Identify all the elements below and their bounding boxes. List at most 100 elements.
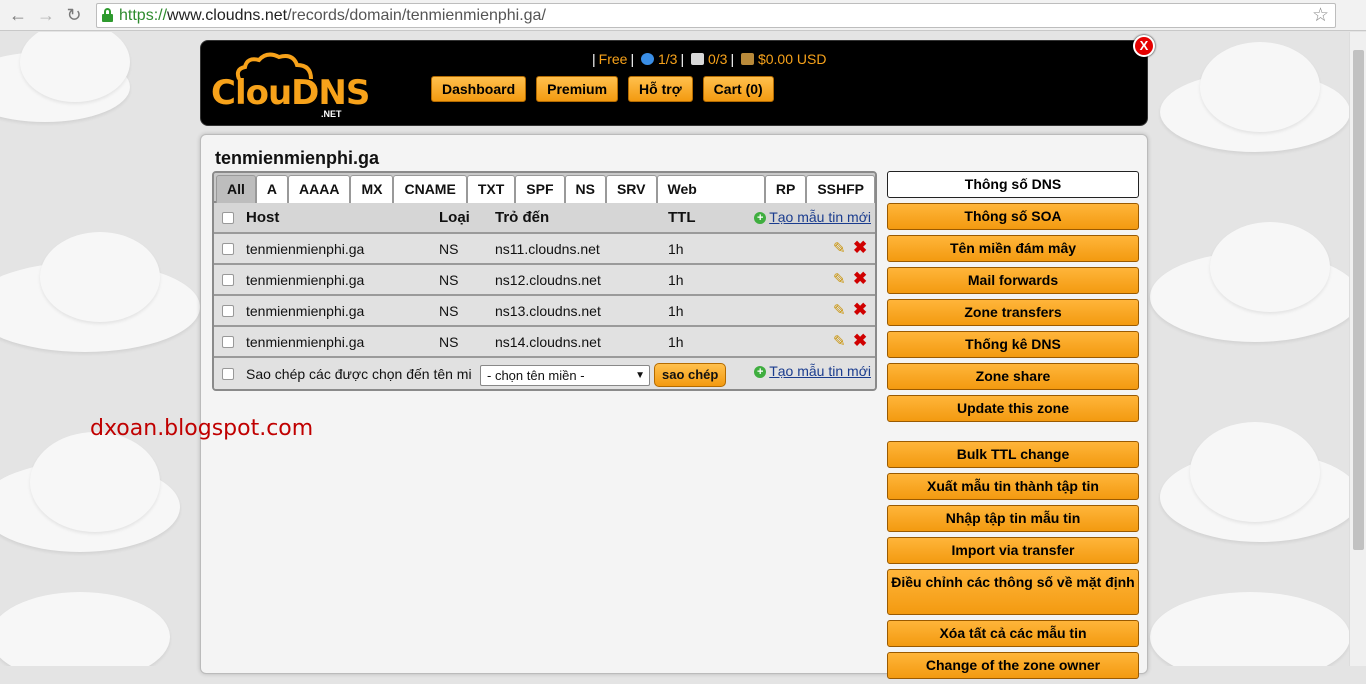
record-ttl: 1h [668,334,684,350]
cart-button[interactable]: Cart (0) [702,76,774,102]
table-row: tenmienmienphi.ga NS ns14.cloudns.net 1h… [214,327,875,358]
delete-icon[interactable]: ✖ [853,239,869,256]
tab-all[interactable]: All [216,175,256,203]
page-title: tenmienmienphi.ga [215,148,380,168]
tab-web-redirect[interactable]: Web Redirect [656,175,765,223]
record-host: tenmienmienphi.ga [246,334,365,350]
add-icon: + [754,212,767,224]
record-type: NS [439,334,459,350]
delete-icon[interactable]: ✖ [853,301,869,318]
record-type: NS [439,241,459,257]
scrollbar-thumb[interactable] [1353,50,1364,550]
reload-icon[interactable]: ↻ [62,3,86,27]
zone-share-button[interactable]: Zone share [887,363,1139,390]
bookmark-star-icon[interactable]: ☆ [1312,4,1329,27]
record-points-to: ns11.cloudns.net [495,241,600,257]
bulk-ttl-button[interactable]: Bulk TTL change [887,441,1139,468]
url-host: www.cloudns.net [167,7,288,24]
add-record-link-bottom[interactable]: + Tạo mẫu tin mới [754,358,871,385]
pencil-icon[interactable]: ✎ [833,334,849,350]
close-icon[interactable]: X [1133,35,1155,57]
add-icon: + [754,366,767,378]
tab-sshfp[interactable]: SSHFP [806,175,875,203]
add-record-link[interactable]: + Tạo mẫu tin mới [754,203,871,231]
record-points-to: ns13.cloudns.net [495,303,601,319]
dns-stats-button[interactable]: Thống kê DNS [887,331,1139,358]
header-ttl: TTL [668,209,696,226]
record-type: NS [439,272,459,288]
table-row: tenmienmienphi.ga NS ns13.cloudns.net 1h… [214,296,875,327]
messages-count[interactable]: 0/3 [708,51,727,67]
cloud-domains-button[interactable]: Tên miền đám mây [887,235,1139,262]
browser-toolbar: ← → ↻ https://www.cloudns.net/records/do… [0,0,1366,31]
copy-button[interactable]: sao chép [654,363,727,387]
record-type-tabs: All A AAAA MX CNAME TXT SPF NS SRV Web R… [214,173,875,223]
table-header-row: Host Loại Trỏ đến TTL + Tạo mẫu tin mới [214,203,875,234]
mail-forwards-button[interactable]: Mail forwards [887,267,1139,294]
copy-checkbox[interactable] [222,368,234,380]
balance[interactable]: $0.00 USD [758,51,826,67]
support-button[interactable]: Hỗ trợ [628,76,693,102]
row-checkbox[interactable] [222,243,234,255]
logo-suffix: .NET [321,109,342,119]
record-points-to: ns14.cloudns.net [495,334,601,350]
plan-label[interactable]: Free [599,51,628,67]
reset-defaults-button[interactable]: Điều chỉnh các thông số về mặt định [887,569,1139,615]
record-host: tenmienmienphi.ga [246,241,365,257]
select-all-checkbox[interactable] [222,212,234,224]
pencil-icon[interactable]: ✎ [833,272,849,288]
watermark-text: dxoan.blogspot.com [90,416,314,441]
delete-icon[interactable]: ✖ [853,332,869,349]
record-ttl: 1h [668,272,684,288]
dashboard-button[interactable]: Dashboard [431,76,527,102]
pencil-icon[interactable]: ✎ [833,303,849,319]
logo-text: ClouDNS [211,73,370,113]
tab-srv[interactable]: SRV [605,175,657,203]
record-points-to: ns12.cloudns.net [495,272,601,288]
export-records-button[interactable]: Xuất mẫu tin thành tập tin [887,473,1139,500]
tab-a[interactable]: A [255,175,289,203]
address-bar[interactable]: https://www.cloudns.net/records/domain/t… [96,3,1336,28]
row-checkbox[interactable] [222,305,234,317]
import-transfer-button[interactable]: Import via transfer [887,537,1139,564]
delete-icon[interactable]: ✖ [853,270,869,287]
table-row: tenmienmienphi.ga NS ns11.cloudns.net 1h… [214,234,875,265]
record-host: tenmienmienphi.ga [246,303,365,319]
dns-settings-button[interactable]: Thông số DNS [887,171,1139,198]
page-scrollbar[interactable] [1349,32,1366,666]
soa-settings-button[interactable]: Thông số SOA [887,203,1139,230]
record-ttl: 1h [668,241,684,257]
pencil-icon[interactable]: ✎ [833,241,849,257]
target-domain-select[interactable]: - chọn tên miền - ▼ [480,365,650,386]
row-checkbox[interactable] [222,336,234,348]
tab-rp[interactable]: RP [764,175,807,203]
lock-icon [102,8,113,22]
main-menu: Dashboard Premium Hỗ trợ Cart (0) [431,76,774,102]
header-type: Loại [439,209,470,226]
url-path: /records/domain/tenmienmienphi.ga/ [287,7,546,24]
ticket-icon [690,53,704,65]
dropdown-arrow-icon: ▼ [635,370,645,381]
cloudns-logo[interactable]: ClouDNS .NET [211,51,370,119]
back-icon[interactable]: ← [6,3,30,27]
tab-mx[interactable]: MX [350,175,394,203]
record-ttl: 1h [668,303,684,319]
box-icon [740,53,754,65]
premium-button[interactable]: Premium [536,76,619,102]
import-file-button[interactable]: Nhập tập tin mẫu tin [887,505,1139,532]
row-checkbox[interactable] [222,274,234,286]
tab-aaaa[interactable]: AAAA [288,175,351,203]
tab-ns[interactable]: NS [564,175,606,203]
zone-transfers-button[interactable]: Zone transfers [887,299,1139,326]
delete-all-records-button[interactable]: Xóa tất cả các mẫu tin [887,620,1139,647]
record-type: NS [439,303,459,319]
update-zone-button[interactable]: Update this zone [887,395,1139,422]
add-record-label: Tạo mẫu tin mới [769,363,871,379]
url-scheme: https:// [119,7,168,24]
tab-txt[interactable]: TXT [466,175,516,203]
copy-label: Sao chép các được chọn đến tên mi [246,366,472,382]
tab-cname[interactable]: CNAME [393,175,467,203]
forward-icon[interactable]: → [34,3,58,27]
tab-spf[interactable]: SPF [515,175,565,203]
zones-count[interactable]: 1/3 [658,51,677,67]
